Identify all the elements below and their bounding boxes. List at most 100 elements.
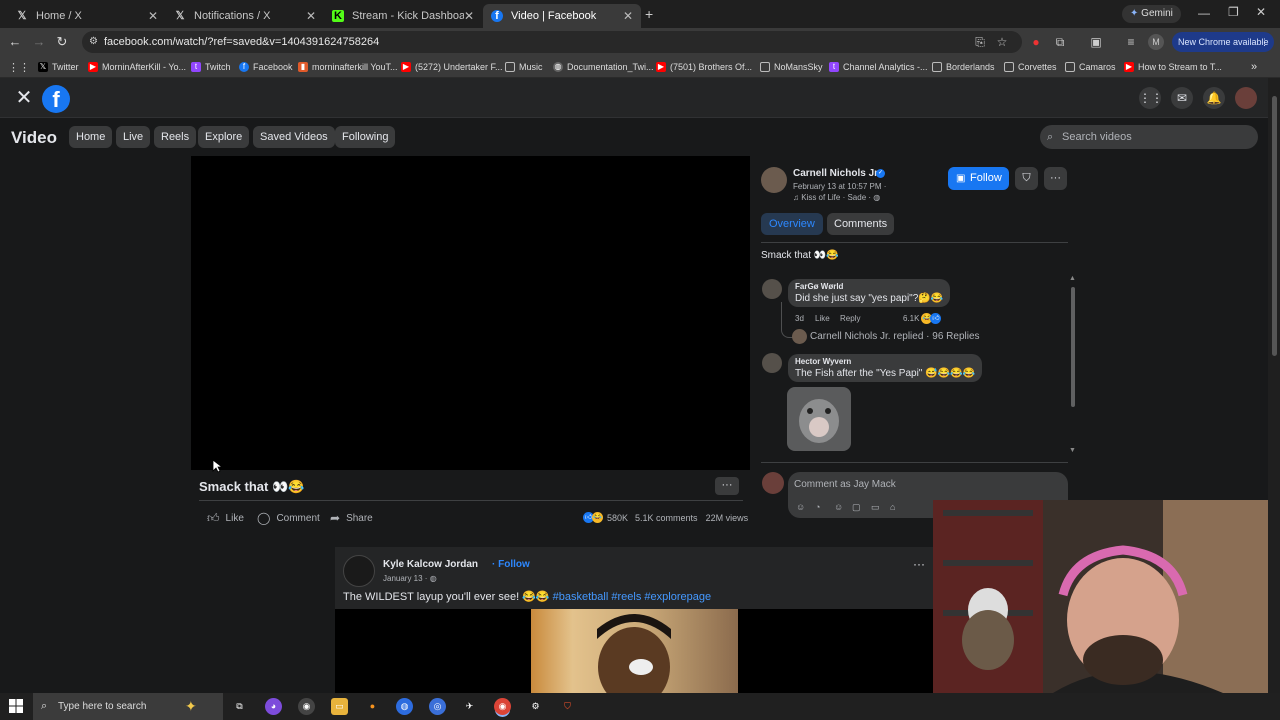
attach-icon[interactable]: ⌂ — [890, 502, 895, 512]
nav-live[interactable]: Live — [116, 126, 151, 148]
commenter-name[interactable]: Hector Wyvern — [795, 357, 975, 366]
video-player[interactable] — [191, 156, 750, 470]
app-icon[interactable]: ◎ — [429, 698, 446, 715]
author-name[interactable]: Carnell Nichols Jr. — [793, 168, 880, 179]
bookmark-item[interactable]: t Channel Analytics -... — [829, 60, 928, 74]
bookmark-item[interactable]: ◍ Documentation_Twi... — [553, 60, 654, 74]
bookmark-folder[interactable]: Corvettes — [1004, 60, 1057, 74]
close-tab-icon[interactable]: ✕ — [623, 9, 633, 23]
tab-home-x[interactable]: 𝕏 Home / X ✕ — [8, 4, 166, 28]
side-panel-icon[interactable]: ▣ — [1088, 34, 1104, 50]
comment-reactions[interactable]: 6.1K 😂 👍︎ — [903, 313, 942, 324]
share-button[interactable]: ➦ Share — [330, 510, 373, 526]
tab-overview[interactable]: Overview — [761, 213, 823, 235]
sticker-icon[interactable]: ◔ — [815, 502, 820, 512]
restore-icon[interactable]: ❐ — [1228, 5, 1239, 19]
comment-count[interactable]: 5.1K comments — [635, 513, 698, 523]
chrome-icon[interactable]: ◉ — [494, 698, 511, 715]
more-options-icon[interactable]: ··· — [1044, 167, 1067, 190]
window-close-icon[interactable]: ✕ — [1256, 5, 1266, 19]
song-info[interactable]: ♫ Kiss of Life · Sade · ◍ — [793, 193, 880, 202]
bookmark-item[interactable]: t Twitch — [191, 60, 231, 74]
bookmark-folder[interactable]: Camaros — [1065, 60, 1116, 74]
author-avatar[interactable] — [343, 555, 375, 587]
app-icon[interactable]: ◍ — [396, 698, 413, 715]
emoji-icon[interactable]: ☺ — [834, 502, 843, 512]
follow-link[interactable]: · Follow — [492, 559, 530, 570]
commenter-avatar[interactable] — [762, 279, 782, 299]
obs-icon[interactable]: ◉ — [298, 698, 315, 715]
apps-grid-icon[interactable]: ⋮⋮ — [8, 60, 30, 74]
more-options-icon[interactable]: ··· — [913, 557, 925, 571]
close-icon[interactable]: ✕ — [14, 88, 34, 108]
bookmark-folder[interactable]: Borderlands — [932, 60, 995, 74]
bookmark-item[interactable]: ▮ morninafterkill YouT... — [298, 60, 398, 74]
app-icon[interactable]: ✈ — [461, 698, 478, 715]
avatar-sticker-icon[interactable]: ☺ — [796, 502, 805, 512]
page-scroll-thumb[interactable] — [1272, 96, 1277, 356]
install-app-icon[interactable]: ⎘ — [972, 34, 988, 50]
author-name[interactable]: Kyle Kalcow Jordan — [383, 559, 478, 570]
nav-reels[interactable]: Reels — [154, 126, 197, 148]
bookmark-item[interactable]: ▶ (5272) Undertaker F... — [401, 60, 503, 74]
camera-icon[interactable]: ▢ — [852, 502, 861, 513]
fish-sticker-image[interactable] — [787, 387, 851, 451]
bookmark-star-icon[interactable]: ☆ — [994, 34, 1010, 50]
save-bookmark-icon[interactable]: ⛉ — [1015, 167, 1038, 190]
close-tab-icon[interactable]: ✕ — [306, 9, 316, 23]
nav-home[interactable]: Home — [69, 126, 113, 148]
brave-icon[interactable]: ⛉ — [559, 698, 576, 715]
tab-facebook-video[interactable]: f Video | Facebook ✕ — [483, 4, 641, 28]
bookmark-folder[interactable]: NoMansSky — [760, 60, 823, 74]
post-video[interactable] — [335, 609, 933, 707]
task-view-icon[interactable]: ⧉ — [231, 698, 248, 715]
minimize-icon[interactable]: — — [1198, 6, 1210, 20]
back-icon[interactable]: ← — [7, 34, 23, 50]
taskbar-search-input[interactable]: ⌕ Type here to search ✦ — [33, 693, 223, 720]
commenter-name[interactable]: FarGø Wørld — [795, 282, 943, 291]
close-tab-icon[interactable]: ✕ — [148, 9, 158, 23]
forward-icon[interactable]: → — [31, 34, 47, 50]
more-bookmarks-icon[interactable]: » — [1251, 60, 1257, 74]
settings-gear-icon[interactable]: ⚙ — [527, 698, 544, 715]
more-options-icon[interactable]: ··· — [715, 477, 739, 495]
view-replies-link[interactable]: Carnell Nichols Jr. replied · 96 Replies — [810, 331, 980, 342]
comment-age[interactable]: 3d — [795, 314, 804, 323]
account-avatar[interactable] — [1235, 87, 1257, 109]
reaction-count[interactable]: 580K — [607, 513, 628, 523]
like-button[interactable]: 👍︎ Like — [207, 510, 244, 526]
follow-button[interactable]: ▣ Follow — [948, 167, 1009, 190]
comment-like-link[interactable]: Like — [815, 314, 830, 323]
gif-icon[interactable]: ▭ — [871, 502, 880, 513]
comments-scroll-thumb[interactable] — [1071, 287, 1075, 407]
tab-kick-dashboard[interactable]: K Stream - Kick Dashboard ✕ — [324, 4, 482, 28]
scroll-down-icon[interactable]: ▼ — [1069, 447, 1076, 454]
site-info-icon[interactable]: ⚙ — [89, 31, 98, 53]
extension-red-icon[interactable]: ● — [1028, 34, 1044, 50]
bookmark-item[interactable]: ▶ (7501) Brothers Of... — [656, 60, 752, 74]
search-videos-input[interactable]: ⌕ Search videos — [1040, 125, 1258, 149]
hashtag-link[interactable]: #reels — [611, 591, 641, 603]
tab-comments[interactable]: Comments — [827, 213, 895, 235]
comment-input[interactable] — [794, 476, 1054, 492]
facebook-logo-icon[interactable]: f — [42, 85, 70, 113]
commenter-avatar[interactable] — [762, 353, 782, 373]
file-explorer-icon[interactable]: ▭ — [331, 698, 348, 715]
tab-notifications-x[interactable]: 𝕏 Notifications / X ✕ — [166, 4, 324, 28]
hashtag-link[interactable]: #explorepage — [644, 591, 711, 603]
bookmark-item[interactable]: ▶ MorninAfterKill - Yo... — [88, 60, 186, 74]
bookmark-item[interactable]: 𝕏 Twitter — [38, 60, 79, 74]
reading-list-icon[interactable]: ≡ — [1123, 34, 1139, 50]
post-date[interactable]: February 13 at 10:57 PM · — [793, 182, 886, 191]
close-tab-icon[interactable]: ✕ — [464, 9, 474, 23]
chrome-update-button[interactable]: New Chrome available ⋮ — [1172, 32, 1274, 52]
bookmark-folder[interactable]: Music — [505, 60, 543, 74]
bookmark-item[interactable]: f Facebook — [239, 60, 293, 74]
comment-button[interactable]: ◯ Comment — [257, 510, 320, 526]
profile-avatar[interactable]: M — [1148, 34, 1164, 50]
extensions-puzzle-icon[interactable]: ⧉ — [1052, 34, 1068, 50]
address-bar[interactable]: ⚙ facebook.com/watch/?ref=saved&v=140439… — [82, 31, 1022, 53]
messenger-icon[interactable]: ✉ — [1171, 87, 1193, 109]
scroll-up-icon[interactable]: ▲ — [1069, 275, 1076, 282]
comment-reply-link[interactable]: Reply — [840, 314, 860, 323]
